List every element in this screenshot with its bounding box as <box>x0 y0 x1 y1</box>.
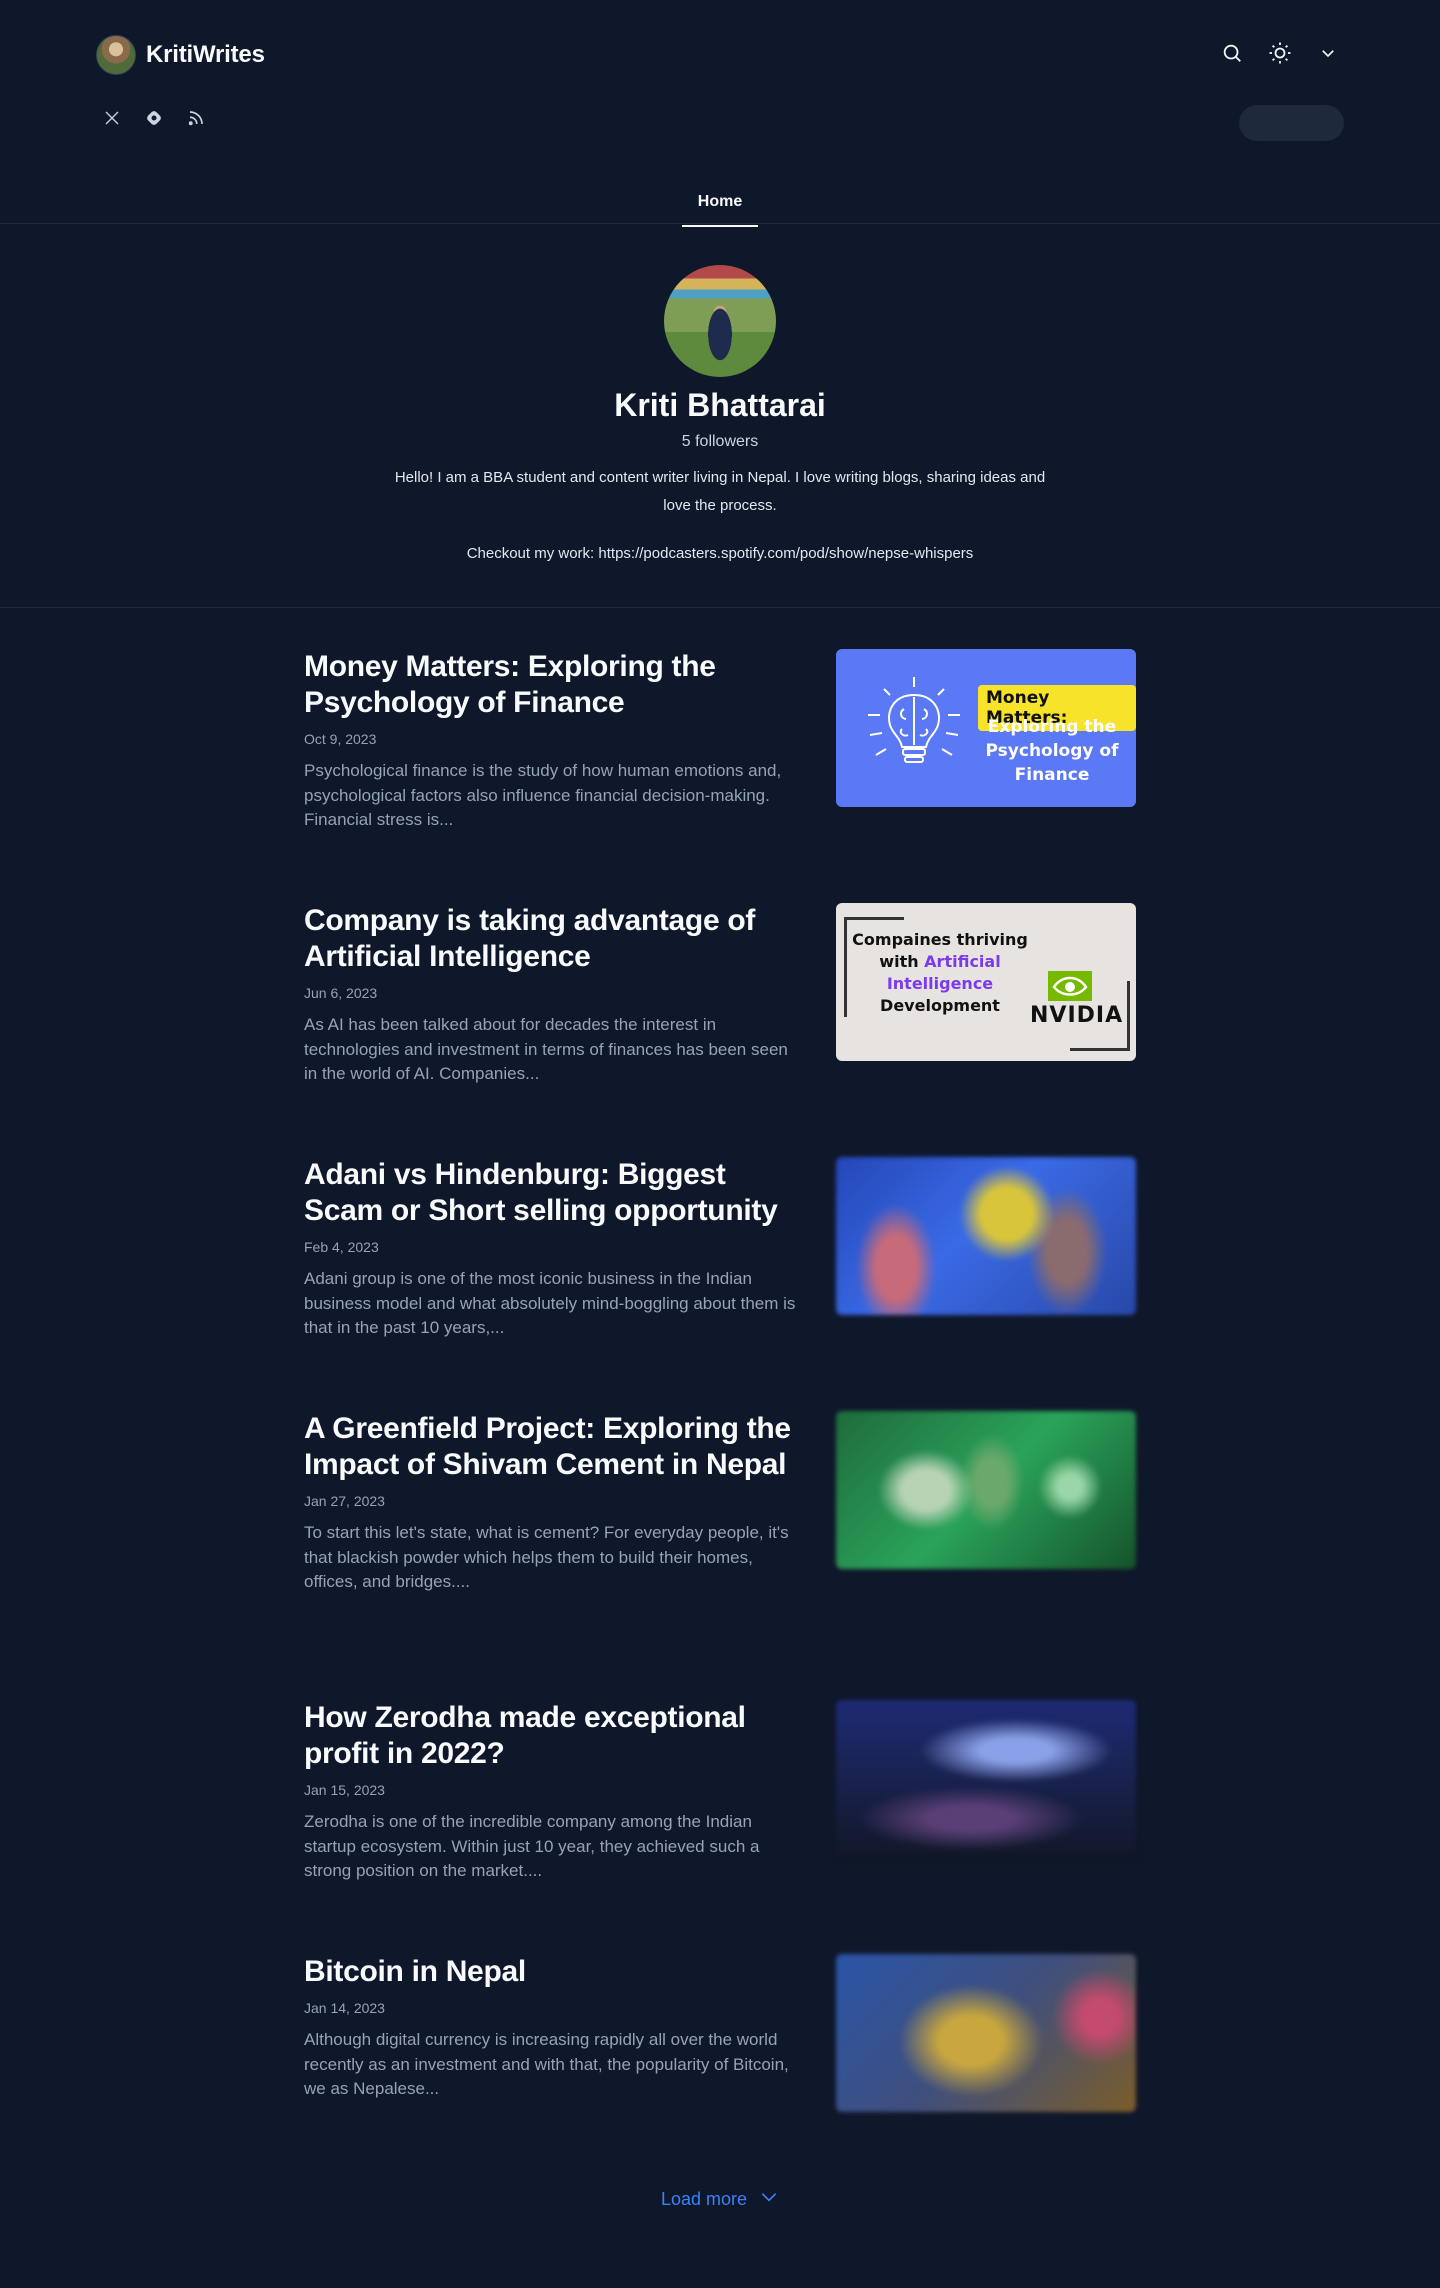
hashnode-icon <box>144 108 164 133</box>
search-icon <box>1221 42 1243 67</box>
sun-icon <box>1268 41 1292 68</box>
post-excerpt: Adani group is one of the most iconic bu… <box>304 1269 796 1337</box>
site-header: KritiWrites Home <box>0 0 1440 227</box>
post-title[interactable]: Money Matters: Exploring the Psychology … <box>304 649 804 721</box>
post-thumbnail[interactable] <box>836 1954 1136 2112</box>
author-name: Kriti Bhattarai <box>614 387 826 423</box>
post-date: Jan 15, 2023 <box>304 1782 385 1798</box>
post-date: Feb 4, 2023 <box>304 1239 379 1255</box>
load-more-label: Load more <box>660 2189 748 2209</box>
post-title[interactable]: Adani vs Hindenburg: Biggest Scam or Sho… <box>304 1157 804 1229</box>
rss-link[interactable] <box>184 108 208 132</box>
post-excerpt: Zerodha is one of the incredible company… <box>304 1812 760 1880</box>
header-actions <box>1216 38 1344 70</box>
post-date: Oct 9, 2023 <box>304 731 377 747</box>
account-menu-button[interactable] <box>1312 38 1344 70</box>
tab-home[interactable]: Home <box>681 187 759 227</box>
theme-toggle-button[interactable] <box>1264 38 1296 70</box>
x-icon <box>104 110 120 131</box>
post-date: Jan 14, 2023 <box>304 2000 385 2016</box>
post-excerpt: Psychological finance is the study of ho… <box>304 761 782 829</box>
main-nav: Home <box>0 182 1440 227</box>
hashnode-link[interactable] <box>142 108 166 132</box>
search-button[interactable] <box>1216 38 1248 70</box>
post-date: Jan 27, 2023 <box>304 1493 385 1509</box>
post-excerpt: Although digital currency is increasing … <box>304 2030 789 2098</box>
chevron-down-icon <box>1319 44 1337 65</box>
post-excerpt: As AI has been talked about for decades … <box>304 1015 788 1083</box>
social-links <box>100 108 208 132</box>
author-work-link[interactable]: Checkout my work: https://podcasters.spo… <box>0 540 1440 568</box>
chevron-down-icon <box>759 2187 779 2212</box>
brand-link[interactable]: KritiWrites <box>96 35 265 75</box>
load-more-button[interactable]: Load more <box>0 2187 1440 2212</box>
post-excerpt: To start this let's state, what is cemen… <box>304 1523 789 1591</box>
thumb-text: Exploring the Psychology of Finance <box>985 717 1119 785</box>
author-avatar <box>96 35 136 75</box>
post-date: Jun 6, 2023 <box>304 985 378 1001</box>
nvidia-logo-icon <box>1048 971 1092 1006</box>
post-title[interactable]: Bitcoin in Nepal <box>304 1954 804 1990</box>
followers-count[interactable]: 5 followers <box>0 433 1440 451</box>
author-profile: Kriti Bhattarai 5 followers Hello! I am … <box>0 224 1440 608</box>
post-title[interactable]: How Zerodha made exceptional profit in 2… <box>304 1700 804 1772</box>
thumb-text: Compaines thriving with Artificial Intel… <box>852 930 1028 1015</box>
profile-photo <box>664 265 776 377</box>
post-title[interactable]: A Greenfield Project: Exploring the Impa… <box>304 1411 804 1483</box>
post-thumbnail[interactable] <box>836 1411 1136 1569</box>
lightbulb-brain-icon <box>854 675 974 790</box>
rss-icon <box>187 109 205 132</box>
post-thumbnail[interactable] <box>836 1157 1136 1315</box>
post-title[interactable]: Company is taking advantage of Artificia… <box>304 903 804 975</box>
post-thumbnail[interactable]: Compaines thriving with Artificial Intel… <box>836 903 1136 1061</box>
post-thumbnail[interactable]: Money Matters: Exploring the Psychology … <box>836 649 1136 807</box>
follow-button[interactable] <box>1239 105 1344 141</box>
author-bio: Hello! I am a BBA student and content wr… <box>394 469 1046 514</box>
site-name: KritiWrites <box>146 41 265 68</box>
nvidia-wordmark: NVIDIA <box>1030 1003 1124 1028</box>
x-link[interactable] <box>100 108 124 132</box>
post-thumbnail[interactable] <box>836 1700 1136 1858</box>
